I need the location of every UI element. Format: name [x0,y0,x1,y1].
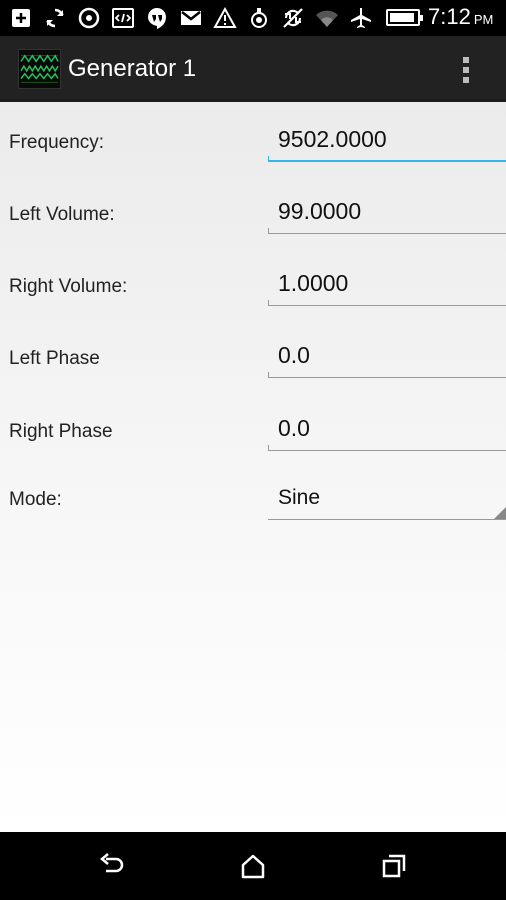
right-phase-value: 0.0 [278,415,310,441]
right-phase-label: Right Phase [9,421,113,442]
frequency-value: 9502.0000 [278,126,387,152]
left-phase-label: Left Phase [9,348,100,369]
gmail-icon [178,5,204,31]
left-phase-row: Left Phase 0.0 [0,338,506,410]
frequency-row: Frequency: 9502.0000 [0,122,506,194]
mode-row: Mode: Sine [0,480,506,552]
navigation-bar [0,832,506,900]
wifi-icon [314,5,340,31]
right-volume-label: Right Volume: [9,276,128,297]
right-phase-row: Right Phase 0.0 [0,411,506,483]
frequency-label: Frequency: [9,132,105,153]
right-volume-row: Right Volume: 1.0000 [0,266,506,338]
right-phase-input[interactable]: 0.0 [268,411,506,451]
clock-ampm: PM [473,12,494,27]
clock: 7:12 PM [428,4,493,30]
mode-label: Mode: [9,489,62,510]
app-title: Generator 1 [68,55,197,82]
frequency-input[interactable]: 9502.0000 [268,122,506,162]
battery-icon [386,9,423,26]
left-volume-value: 99.0000 [278,198,362,224]
right-volume-input[interactable]: 1.0000 [268,266,506,306]
home-icon[interactable] [237,850,269,882]
sync-icon [42,5,68,31]
hand-icon [246,5,272,31]
recents-icon[interactable] [378,850,410,882]
add-box-icon [8,5,34,31]
generator-form: Frequency: 9502.0000 Left Volume: 99.000… [0,102,506,832]
code-icon [110,5,136,31]
spinner-arrow-icon [494,507,506,519]
mode-spinner[interactable]: Sine [268,480,506,520]
left-volume-row: Left Volume: 99.0000 [0,194,506,266]
right-volume-value: 1.0000 [278,270,349,296]
action-bar: Generator 1 [0,36,506,102]
notification-icons [8,0,374,36]
back-icon[interactable] [96,850,128,882]
left-volume-input[interactable]: 99.0000 [268,194,506,234]
overflow-menu-icon[interactable] [454,50,478,90]
no-sync-icon [280,5,306,31]
hangouts-icon [144,5,170,31]
clock-time: 7:12 [428,4,471,29]
left-phase-input[interactable]: 0.0 [268,338,506,378]
airplane-icon [348,5,374,31]
status-bar: 7:12 PM [0,0,506,36]
left-volume-label: Left Volume: [9,204,115,225]
waveform-icon[interactable] [18,49,61,89]
mode-value: Sine [278,486,321,509]
left-phase-value: 0.0 [278,342,310,368]
warning-icon [212,5,238,31]
target-icon [76,5,102,31]
